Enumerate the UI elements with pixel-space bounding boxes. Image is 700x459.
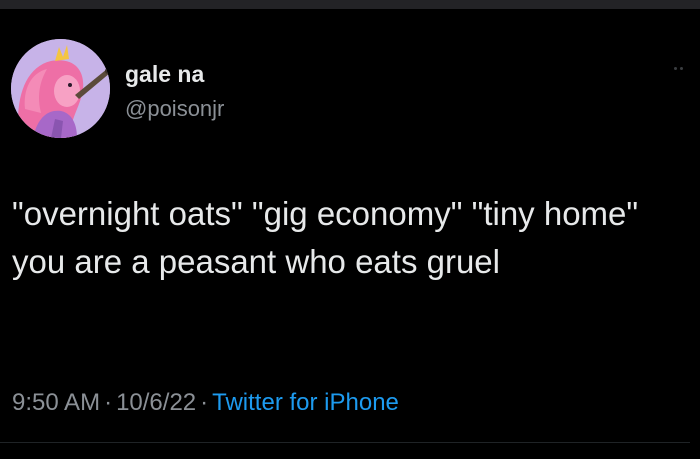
tweet-card: gale na @poisonjr "overnight oats" "gig …: [0, 9, 700, 459]
tweet-source-link[interactable]: Twitter for iPhone: [212, 389, 399, 416]
meta-separator: ·: [104, 389, 113, 416]
tweet-time[interactable]: 9:50 AM: [12, 389, 100, 416]
top-bar: [0, 0, 700, 9]
tweet-text: "overnight oats" "gig economy" "tiny hom…: [12, 195, 648, 280]
tweet-meta: 9:50 AM · 10/6/22 · Twitter for iPhone: [12, 389, 399, 417]
divider: [0, 442, 690, 443]
avatar[interactable]: [11, 39, 110, 138]
more-dot: [674, 67, 677, 70]
author-handle[interactable]: @poisonjr: [125, 96, 224, 122]
more-dot: [680, 67, 683, 70]
more-horizontal-icon[interactable]: [674, 67, 688, 71]
author-display-name[interactable]: gale na: [125, 61, 204, 88]
meta-separator: ·: [200, 389, 209, 416]
tweet-date[interactable]: 10/6/22: [116, 389, 196, 416]
avatar-image: [11, 39, 110, 138]
